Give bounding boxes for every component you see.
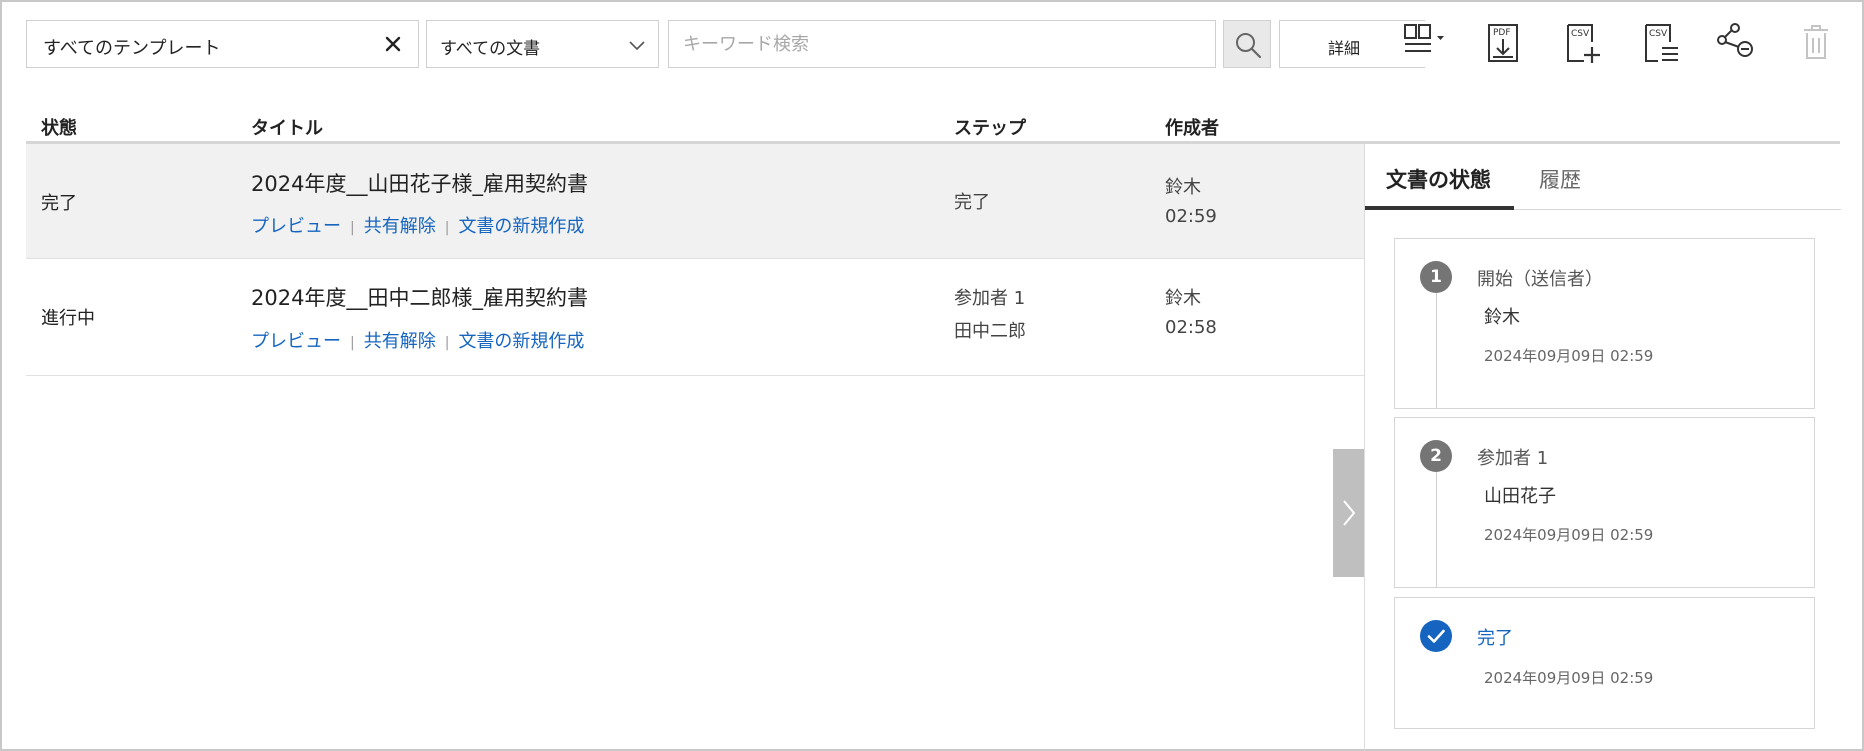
search-button[interactable] [1223,20,1271,68]
row-step-line1: 参加者 1 [954,288,1026,309]
column-header-status[interactable]: 状態 [41,114,77,140]
tab-active-indicator [1365,206,1514,210]
step-date: 2024年09月09日 02:59 [1484,347,1654,365]
document-status-panel: 文書の状態 履歴 1 開始（送信者） 鈴木 2024年09月09日 02:59 … [1364,144,1841,751]
preview-link[interactable]: プレビュー [251,216,341,237]
column-header-step[interactable]: ステップ [954,114,1026,140]
chevron-down-icon [626,34,648,56]
step-number-badge: 2 [1420,440,1452,472]
step-date: 2024年09月09日 02:59 [1484,669,1654,687]
row-status: 完了 [41,193,77,214]
document-filter-select[interactable]: すべての文書 [426,20,659,68]
row-title: 2024年度__田中二郎様_雇用契約書 [251,286,588,310]
step-label: 完了 [1477,628,1513,649]
row-step-line1: 完了 [954,192,990,213]
table-row[interactable]: 進行中 2024年度__田中二郎様_雇用契約書 プレビュー | 共有解除 | 文書の新規… [26,260,1364,376]
row-step: 完了 [954,186,990,219]
chevron-right-icon [1343,500,1356,526]
column-header-author[interactable]: 作成者 [1165,114,1219,140]
row-step-line2: 田中二郎 [954,321,1026,342]
row-title: 2024年度__山田花子様_雇用契約書 [251,172,588,196]
template-filter-value: すべてのテンプレート [43,38,221,59]
step-person: 山田花子 [1484,486,1556,507]
tab-history[interactable]: 履歴 [1539,164,1581,194]
step-label: 参加者 1 [1477,448,1549,469]
row-author-name: 鈴木 [1165,288,1201,309]
step-card: 完了 2024年09月09日 02:59 [1394,597,1815,729]
unshare-icon[interactable] [1716,22,1760,66]
preview-link[interactable]: プレビュー [251,331,341,352]
svg-text:CSV: CSV [1571,29,1590,39]
new-document-link[interactable]: 文書の新規作成 [458,331,584,352]
row-step: 参加者 1 田中二郎 [954,282,1026,348]
template-filter-select[interactable]: すべてのテンプレート [26,20,419,68]
panel-toggle-button[interactable] [1333,449,1364,577]
svg-text:PDF: PDF [1493,28,1511,38]
row-author: 鈴木 02:59 [1165,173,1217,231]
unshare-link[interactable]: 共有解除 [364,216,436,237]
row-author-time: 02:59 [1165,206,1217,227]
step-number-badge: 1 [1420,261,1452,293]
unshare-link[interactable]: 共有解除 [364,331,436,352]
document-filter-value: すべての文書 [440,39,541,59]
csv-list-icon[interactable]: CSV [1640,22,1684,66]
svg-text:CSV: CSV [1649,29,1668,39]
tab-document-status[interactable]: 文書の状態 [1386,164,1491,194]
row-links: プレビュー | 共有解除 | 文書の新規作成 [251,327,584,353]
csv-add-icon[interactable]: CSV [1562,22,1606,66]
link-separator: | [444,220,450,236]
step-card: 1 開始（送信者） 鈴木 2024年09月09日 02:59 [1394,238,1815,409]
search-icon [1236,33,1262,59]
trash-icon [1800,22,1844,66]
link-separator: | [350,220,355,236]
detail-label: 詳細 [1328,39,1361,58]
new-document-link[interactable]: 文書の新規作成 [458,216,584,237]
row-status: 進行中 [41,308,95,329]
link-separator: | [350,335,355,351]
step-label: 開始（送信者） [1477,269,1603,290]
row-author: 鈴木 02:58 [1165,284,1217,342]
row-author-name: 鈴木 [1165,177,1201,198]
step-date: 2024年09月09日 02:59 [1484,526,1654,544]
row-links: プレビュー | 共有解除 | 文書の新規作成 [251,212,584,238]
link-separator: | [444,335,450,351]
keyword-search-input[interactable] [668,20,1216,68]
step-person: 鈴木 [1484,307,1520,328]
row-author-time: 02:58 [1165,317,1217,338]
column-header-title[interactable]: タイトル [251,114,323,140]
close-icon[interactable] [380,31,406,57]
step-card: 2 参加者 1 山田花子 2024年09月09日 02:59 [1394,417,1815,588]
layout-columns-icon[interactable] [1403,22,1447,66]
step-connector-line [1436,472,1437,588]
step-connector-line [1436,293,1437,409]
check-icon [1420,620,1452,652]
pdf-download-icon[interactable]: PDF [1483,22,1527,66]
table-row[interactable]: 完了 2024年度__山田花子様_雇用契約書 プレビュー | 共有解除 | 文書の新規作… [26,144,1364,259]
